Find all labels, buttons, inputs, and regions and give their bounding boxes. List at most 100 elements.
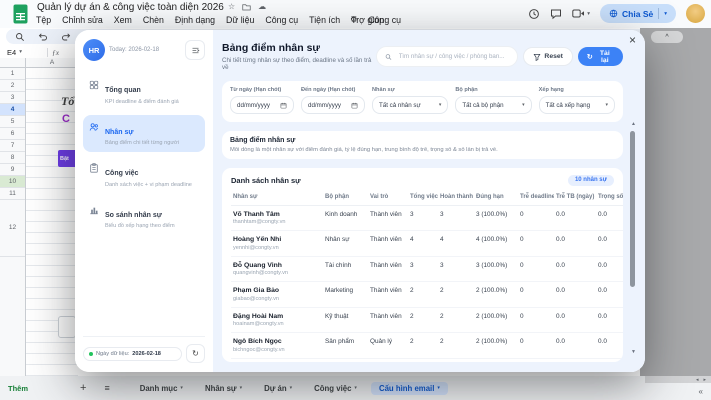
date-from-input[interactable]: dd/mm/yyyy: [230, 96, 294, 114]
menu-item[interactable]: Định dạng: [175, 15, 215, 25]
calendar-icon: [280, 102, 287, 109]
data-date-value: 2026-02-18: [132, 351, 161, 357]
sidebar-item-personnel[interactable]: Nhân sựBảng điểm chi tiết từng người: [83, 115, 205, 153]
row-header[interactable]: 9: [0, 164, 25, 176]
row-headers[interactable]: 123456789101112: [0, 68, 26, 376]
hide-side-panel-icon[interactable]: «: [699, 387, 703, 396]
filter-person-label: Nhân sự: [372, 87, 448, 93]
meet-button[interactable]: ▾: [572, 8, 590, 19]
sheet-tab-caret-icon[interactable]: ▾: [354, 385, 357, 391]
row-header[interactable]: 11: [0, 188, 25, 200]
account-avatar[interactable]: [686, 4, 705, 23]
table-row[interactable]: Đỗ Quang Vinhquangvinh@congty.vn Tài chí…: [231, 256, 623, 282]
search-input[interactable]: [397, 52, 510, 61]
row-header[interactable]: 2: [0, 80, 25, 92]
sheet-tab[interactable]: Nhân sự ▾: [197, 382, 250, 395]
cell-weight: 0.0: [596, 256, 623, 282]
table-row[interactable]: Đặng Hoài Namhoainam@congty.vn Kỹ thuật …: [231, 307, 623, 333]
column-header: Nhân sự: [231, 191, 323, 206]
dialog-scrollbar-thumb[interactable]: [630, 131, 635, 287]
menu-item[interactable]: Tệp: [36, 15, 51, 25]
search-icon: [385, 53, 392, 61]
row-header[interactable]: 10: [0, 176, 25, 188]
reset-button[interactable]: Reset: [523, 47, 573, 66]
employee-email: hoainam@congty.vn: [233, 321, 321, 327]
reload-button[interactable]: ↻ Tải lại: [578, 47, 623, 66]
row-header[interactable]: 5: [0, 116, 25, 128]
dialog-scroll-up-icon[interactable]: ▲: [631, 122, 636, 127]
cell-weight: 0.0: [596, 333, 623, 359]
sheet-tab[interactable]: Dự án ▾: [256, 382, 300, 395]
sidebar-item-tasks[interactable]: Công việcDanh sách việc + vi phạm deadli…: [83, 156, 205, 194]
cloud-status-icon[interactable]: ☁: [258, 2, 266, 11]
cell-weight: 0.0: [596, 282, 623, 308]
document-title[interactable]: Quản lý dự án & công việc toàn diện 2026: [37, 2, 224, 13]
table-row[interactable]: Hoàng Yến Nhiyennhi@congty.vn Nhân sự Th…: [231, 231, 623, 257]
rank-select[interactable]: Tất cả xếp hạng ▾: [539, 96, 615, 114]
table-row[interactable]: Bùi Đức Longduclong@congty.vn Kỹ thuật T…: [231, 358, 623, 362]
collapse-sidebar-button[interactable]: [185, 40, 205, 60]
menu-item[interactable]: Công cụ: [265, 15, 298, 25]
scroll-right-icon[interactable]: ▸: [703, 377, 706, 383]
cell-avg-late: 0.0: [554, 358, 596, 362]
table-row[interactable]: Phạm Gia Bảogiabao@congty.vn Marketing T…: [231, 282, 623, 308]
date-to-input[interactable]: dd/mm/yyyy: [301, 96, 365, 114]
row-header[interactable]: 8: [0, 152, 25, 164]
sheet-tab-caret-icon[interactable]: ▾: [290, 385, 293, 391]
sheets-logo-icon[interactable]: [13, 4, 28, 24]
chevron-down-icon[interactable]: ▾: [587, 11, 590, 17]
menu-item[interactable]: Dữ liệu: [226, 15, 254, 25]
hr-scorecard-dialog: × HR Today: 2026-02-18 Tổng quanKPI dead…: [75, 30, 645, 372]
redo-icon[interactable]: [61, 32, 71, 42]
search-field[interactable]: [376, 46, 518, 67]
dept-select[interactable]: Tất cả bộ phận ▾: [455, 96, 531, 114]
sidebar-item-overview[interactable]: Tổng quanKPI deadline & điểm đánh giá: [83, 73, 205, 111]
table-row[interactable]: Võ Thanh Tâmthanhtam@congty.vn Kinh doan…: [231, 205, 623, 231]
hr-avatar: HR: [83, 39, 105, 61]
sheet-tab-caret-icon[interactable]: ▾: [437, 385, 440, 391]
menu-item[interactable]: Xem: [114, 15, 132, 25]
row-header[interactable]: 7: [0, 140, 25, 152]
custom-menu[interactable]: ⚙ Công cụ: [350, 15, 401, 25]
undo-icon[interactable]: [38, 32, 48, 42]
sheet-tab[interactable]: Cấu hình email ▾: [371, 382, 448, 395]
cell-ontime: 4 (100.0%): [474, 231, 518, 257]
menu-item[interactable]: Chèn: [143, 15, 164, 25]
row-header[interactable]: 12: [0, 200, 25, 257]
star-icon[interactable]: ☆: [228, 2, 235, 11]
row-header[interactable]: 6: [0, 128, 25, 140]
sidebar-item-compare[interactable]: So sánh nhân sựBiểu đồ xếp hạng theo điể…: [83, 198, 205, 236]
move-folder-icon[interactable]: [242, 3, 251, 11]
horizontal-scrollbar[interactable]: ◂ ▸: [645, 376, 711, 383]
sheet-tab[interactable]: Danh mục ▾: [132, 382, 191, 395]
sheet-tab-caret-icon[interactable]: ▾: [180, 385, 183, 391]
history-icon[interactable]: [528, 8, 540, 20]
cell-avg-late: 0.0: [554, 256, 596, 282]
collapse-toolbar-button[interactable]: ^: [651, 31, 683, 43]
share-menu-caret-icon[interactable]: ▾: [664, 11, 667, 17]
name-box[interactable]: E4 ▾: [0, 48, 43, 57]
row-header[interactable]: 4: [0, 104, 25, 116]
sheet-tab[interactable]: Công việc ▾: [306, 382, 365, 395]
them-label[interactable]: Thêm: [8, 384, 28, 393]
all-sheets-icon[interactable]: ≡: [104, 383, 109, 393]
menu-item[interactable]: Tiện ích: [309, 15, 340, 25]
table-row[interactable]: Ngô Bích Ngọcbichngoc@congty.vn Sản phẩm…: [231, 333, 623, 359]
cell-avg-late: 0.0: [554, 333, 596, 359]
close-icon[interactable]: ×: [629, 34, 636, 46]
dialog-scroll-down-icon[interactable]: ▼: [631, 350, 636, 355]
share-button[interactable]: Chia Sẻ ▾: [600, 4, 676, 23]
toolbar-search-icon[interactable]: [15, 32, 25, 42]
comment-icon[interactable]: [550, 8, 562, 20]
column-header-a[interactable]: A: [26, 58, 78, 68]
sidebar-refresh-button[interactable]: ↻: [186, 344, 205, 363]
row-header[interactable]: 1: [0, 68, 25, 80]
select-all-corner[interactable]: [0, 58, 26, 68]
scroll-left-icon[interactable]: ◂: [696, 377, 699, 383]
sheet-tab-caret-icon[interactable]: ▾: [240, 385, 243, 391]
row-header[interactable]: 3: [0, 92, 25, 104]
name-box-caret-icon[interactable]: ▾: [19, 49, 22, 55]
person-select[interactable]: Tất cả nhân sự ▾: [372, 96, 448, 114]
add-sheet-icon[interactable]: +: [80, 382, 86, 394]
menu-item[interactable]: Chỉnh sửa: [62, 15, 103, 25]
